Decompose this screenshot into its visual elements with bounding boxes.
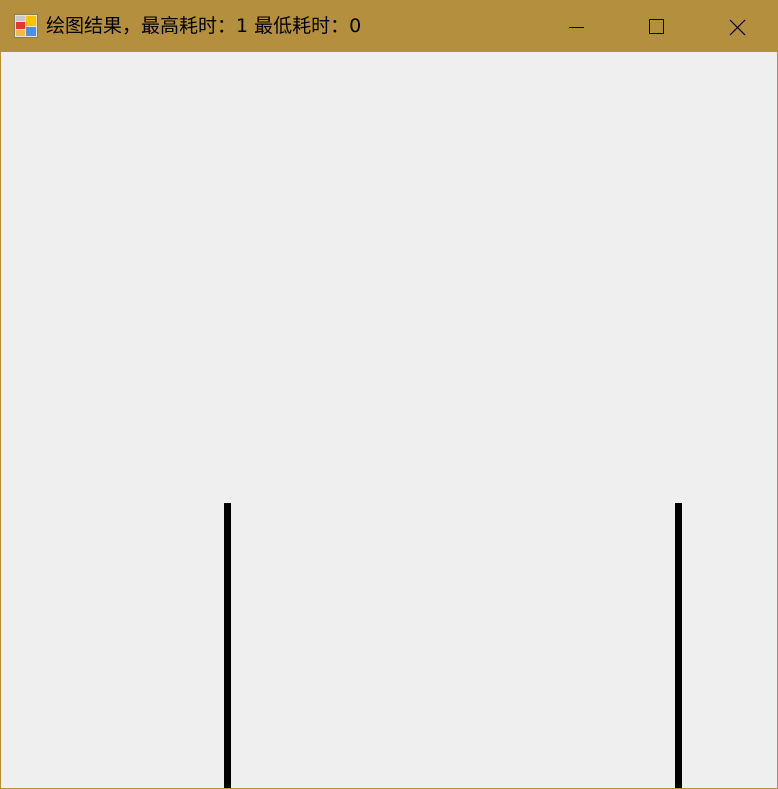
maximize-button[interactable] bbox=[616, 1, 696, 52]
vertical-line-left bbox=[224, 503, 231, 788]
close-button[interactable] bbox=[697, 1, 777, 52]
maximize-icon bbox=[649, 19, 664, 34]
drawing-canvas bbox=[1, 52, 777, 788]
window-title: 绘图结果，最高耗时：1 最低耗时：0 bbox=[46, 15, 362, 37]
minimize-button[interactable] bbox=[536, 1, 616, 52]
close-icon bbox=[729, 19, 746, 36]
drawing-surface bbox=[224, 503, 682, 788]
minimize-icon bbox=[569, 27, 584, 28]
app-icon[interactable] bbox=[14, 14, 38, 38]
app-window: 绘图结果，最高耗时：1 最低耗时：0 bbox=[0, 0, 778, 789]
vertical-line-right bbox=[675, 503, 682, 788]
title-bar[interactable]: 绘图结果，最高耗时：1 最低耗时：0 bbox=[1, 1, 777, 52]
